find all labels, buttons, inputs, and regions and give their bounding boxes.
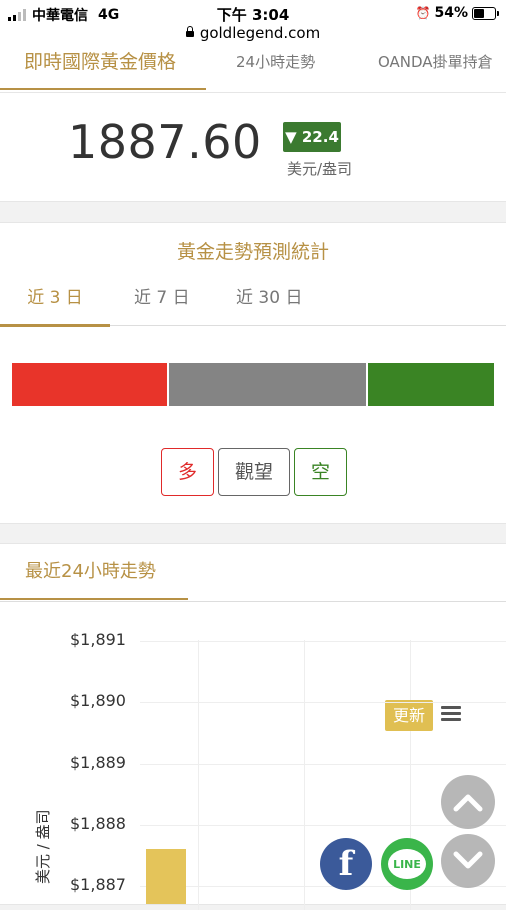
grid-line — [304, 640, 305, 910]
facebook-share-button[interactable]: f — [320, 838, 372, 890]
status-bar: 中華電信 4G 下午 3:04 goldlegend.com ⏰ 54% — [0, 0, 506, 50]
grid-line — [140, 702, 506, 704]
grid-line — [140, 641, 506, 642]
price-unit: 美元/盎司 — [287, 160, 353, 178]
vote-short-button[interactable]: 空 — [294, 448, 347, 496]
battery-percent: 54% — [434, 5, 468, 21]
top-tab-bar: 即時國際黃金價格 24小時走勢 OANDA掛單持倉 — [0, 50, 506, 92]
trend-card: 最近24小時走勢 美元 / 盎司 更新 $1,891 $1,890 $1,889 $1… — [0, 543, 506, 910]
status-right: ⏰ 54% — [415, 5, 499, 21]
chevron-down-icon — [453, 851, 483, 869]
forecast-card: 黃金走勢預測統計 近 3 日 近 7 日 近 30 日 多 觀望 空 — [0, 222, 506, 524]
vote-long-button[interactable]: 多 — [161, 448, 214, 496]
short-ratio-bar — [368, 363, 494, 406]
y-axis-label: 美元 / 盎司 — [34, 809, 52, 884]
forecast-title: 黃金走勢預測統計 — [176, 241, 329, 263]
grid-line — [140, 886, 506, 888]
tab-24h-trend[interactable]: 24小時走勢 — [236, 50, 315, 90]
y-tick-label: $1,887 — [70, 875, 126, 895]
refresh-button[interactable]: 更新 — [385, 700, 433, 731]
tab-oanda-positions[interactable]: OANDA掛單持倉 — [378, 50, 493, 90]
grid-line — [198, 640, 199, 910]
price-bar — [146, 849, 186, 904]
battery-icon — [472, 6, 499, 20]
line-icon: LINE — [388, 849, 426, 879]
tab-30-days[interactable]: 近 30 日 — [236, 283, 302, 308]
y-tick-label: $1,888 — [70, 813, 126, 833]
vote-neutral-button[interactable]: 觀望 — [218, 448, 290, 496]
tab-3-days[interactable]: 近 3 日 — [0, 273, 110, 327]
forecast-tabs: 近 3 日 近 7 日 近 30 日 — [0, 273, 506, 327]
tab-realtime-price[interactable]: 即時國際黃金價格 — [0, 50, 206, 90]
scroll-up-button[interactable] — [441, 775, 495, 829]
grid-line — [140, 824, 506, 826]
long-ratio-bar — [12, 363, 167, 406]
grid-line — [140, 763, 506, 765]
y-tick-label: $1,891 — [70, 630, 126, 649]
facebook-icon: f — [338, 844, 354, 884]
tab-7-days[interactable]: 近 7 日 — [134, 283, 190, 308]
url-bar[interactable]: goldlegend.com — [0, 24, 506, 42]
neutral-ratio-bar — [169, 363, 366, 406]
divider — [0, 601, 506, 602]
y-tick-label: $1,890 — [70, 691, 126, 711]
alarm-icon: ⏰ — [415, 6, 431, 20]
scroll-down-button[interactable] — [441, 834, 495, 888]
lock-icon — [185, 26, 194, 37]
price-card: 1887.60 ▼ 22.4 美元/盎司 — [0, 92, 506, 202]
chevron-up-icon — [453, 794, 483, 812]
y-tick-label: $1,889 — [70, 752, 126, 772]
url-text: goldlegend.com — [199, 24, 321, 42]
gold-price: 1887.60 — [68, 115, 262, 169]
line-share-button[interactable]: LINE — [381, 838, 433, 890]
trend-title: 最近24小時走勢 — [0, 544, 188, 600]
price-change-badge: ▼ 22.4 — [283, 122, 341, 152]
battery-fill — [474, 8, 484, 18]
chart-menu-icon[interactable] — [441, 706, 461, 722]
